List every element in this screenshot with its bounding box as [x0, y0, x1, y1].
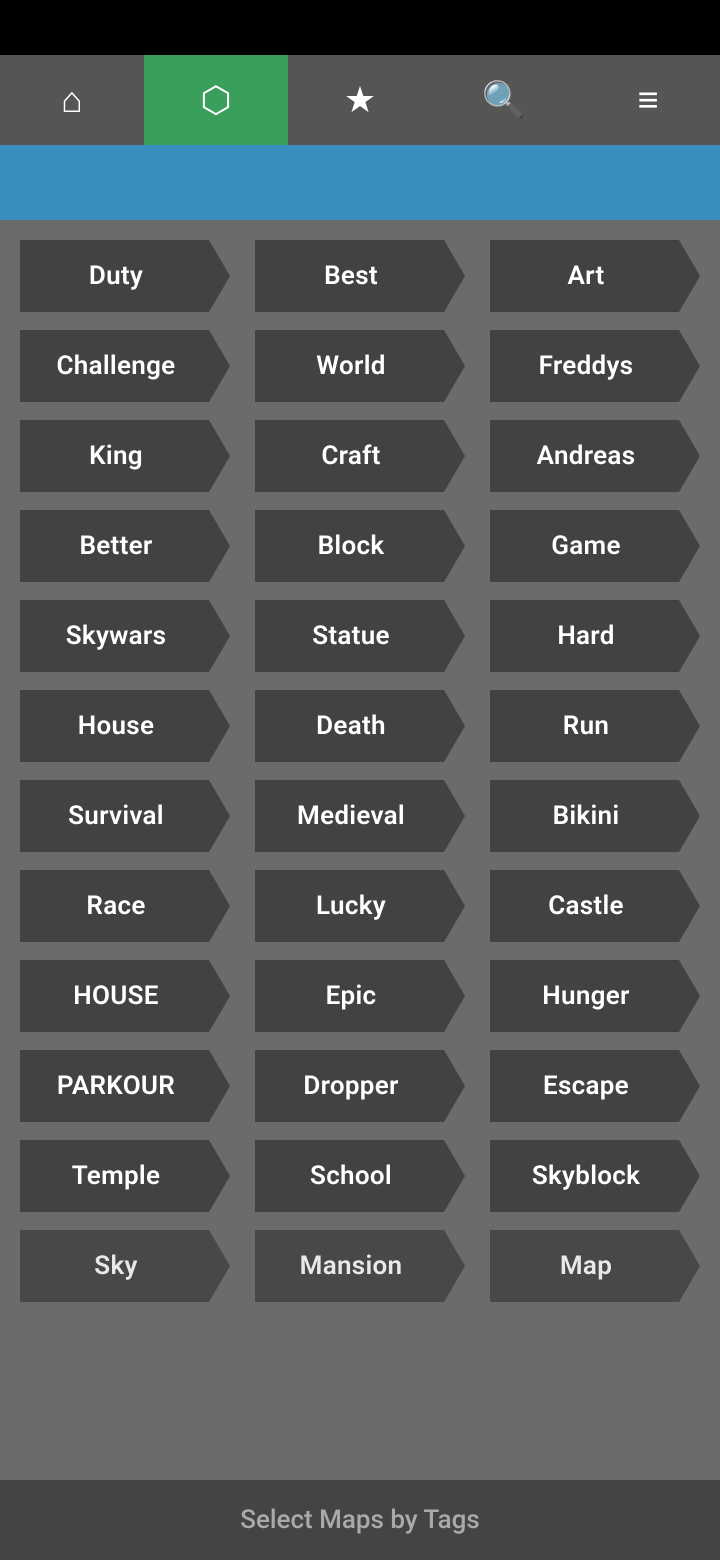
- nav-search[interactable]: 🔍: [432, 55, 576, 145]
- tag-button[interactable]: Castle: [490, 870, 700, 942]
- tag-row: Race Lucky Castle: [20, 870, 700, 942]
- tag-row: Survival Medieval Bikini: [20, 780, 700, 852]
- tag-button[interactable]: Challenge: [20, 330, 230, 402]
- tag-button[interactable]: Sky: [20, 1230, 230, 1302]
- tag-button[interactable]: Escape: [490, 1050, 700, 1122]
- tag-button[interactable]: House: [20, 690, 230, 762]
- tag-button[interactable]: Epic: [255, 960, 465, 1032]
- tag-button[interactable]: Better: [20, 510, 230, 582]
- tag-button[interactable]: World: [255, 330, 465, 402]
- tag-row: King Craft Andreas: [20, 420, 700, 492]
- tag-row: Temple School Skyblock: [20, 1140, 700, 1212]
- tag-button[interactable]: Best: [255, 240, 465, 312]
- tag-button[interactable]: Hunger: [490, 960, 700, 1032]
- status-bar: [0, 0, 720, 55]
- tag-row: Sky Mansion Map: [20, 1230, 700, 1302]
- tag-icon: ⬡: [200, 82, 231, 118]
- tags-container: Duty Best Art Challenge World Freddys King Craf…: [0, 220, 720, 1330]
- tag-button[interactable]: Freddys: [490, 330, 700, 402]
- tag-row: HOUSE Epic Hunger: [20, 960, 700, 1032]
- tag-button[interactable]: School: [255, 1140, 465, 1212]
- tag-button[interactable]: Temple: [20, 1140, 230, 1212]
- menu-icon: ≡: [637, 82, 658, 118]
- tag-button[interactable]: Skywars: [20, 600, 230, 672]
- tag-button[interactable]: Statue: [255, 600, 465, 672]
- tag-button[interactable]: Hard: [490, 600, 700, 672]
- tag-button[interactable]: Medieval: [255, 780, 465, 852]
- tag-button[interactable]: PARKOUR: [20, 1050, 230, 1122]
- nav-favorites[interactable]: ★: [288, 55, 432, 145]
- tag-button[interactable]: Skyblock: [490, 1140, 700, 1212]
- tag-button[interactable]: Death: [255, 690, 465, 762]
- tag-button[interactable]: Mansion: [255, 1230, 465, 1302]
- tag-button[interactable]: King: [20, 420, 230, 492]
- search-icon: 🔍: [482, 82, 527, 118]
- tag-button[interactable]: Bikini: [490, 780, 700, 852]
- nav-menu[interactable]: ≡: [576, 55, 720, 145]
- nav-tag[interactable]: ⬡: [144, 55, 288, 145]
- tag-button[interactable]: Duty: [20, 240, 230, 312]
- tag-row: PARKOUR Dropper Escape: [20, 1050, 700, 1122]
- tag-button[interactable]: Race: [20, 870, 230, 942]
- tag-row: Duty Best Art: [20, 240, 700, 312]
- tag-button[interactable]: Art: [490, 240, 700, 312]
- tag-button[interactable]: Game: [490, 510, 700, 582]
- tag-button[interactable]: HOUSE: [20, 960, 230, 1032]
- tag-row: Challenge World Freddys: [20, 330, 700, 402]
- tag-button[interactable]: Block: [255, 510, 465, 582]
- tag-button[interactable]: Craft: [255, 420, 465, 492]
- tag-button[interactable]: Survival: [20, 780, 230, 852]
- tag-row: Skywars Statue Hard: [20, 600, 700, 672]
- nav-home[interactable]: ⌂: [0, 55, 144, 145]
- bottom-bar-label: Select Maps by Tags: [240, 1505, 479, 1535]
- home-icon: ⌂: [61, 82, 83, 118]
- blue-header-bar: [0, 145, 720, 220]
- tag-button[interactable]: Andreas: [490, 420, 700, 492]
- nav-bar: ⌂ ⬡ ★ 🔍 ≡: [0, 55, 720, 145]
- tag-button[interactable]: Map: [490, 1230, 700, 1302]
- bottom-bar: Select Maps by Tags: [0, 1480, 720, 1560]
- tag-row: House Death Run: [20, 690, 700, 762]
- star-icon: ★: [344, 82, 376, 118]
- tag-button[interactable]: Run: [490, 690, 700, 762]
- tag-button[interactable]: Lucky: [255, 870, 465, 942]
- tag-row: Better Block Game: [20, 510, 700, 582]
- tag-button[interactable]: Dropper: [255, 1050, 465, 1122]
